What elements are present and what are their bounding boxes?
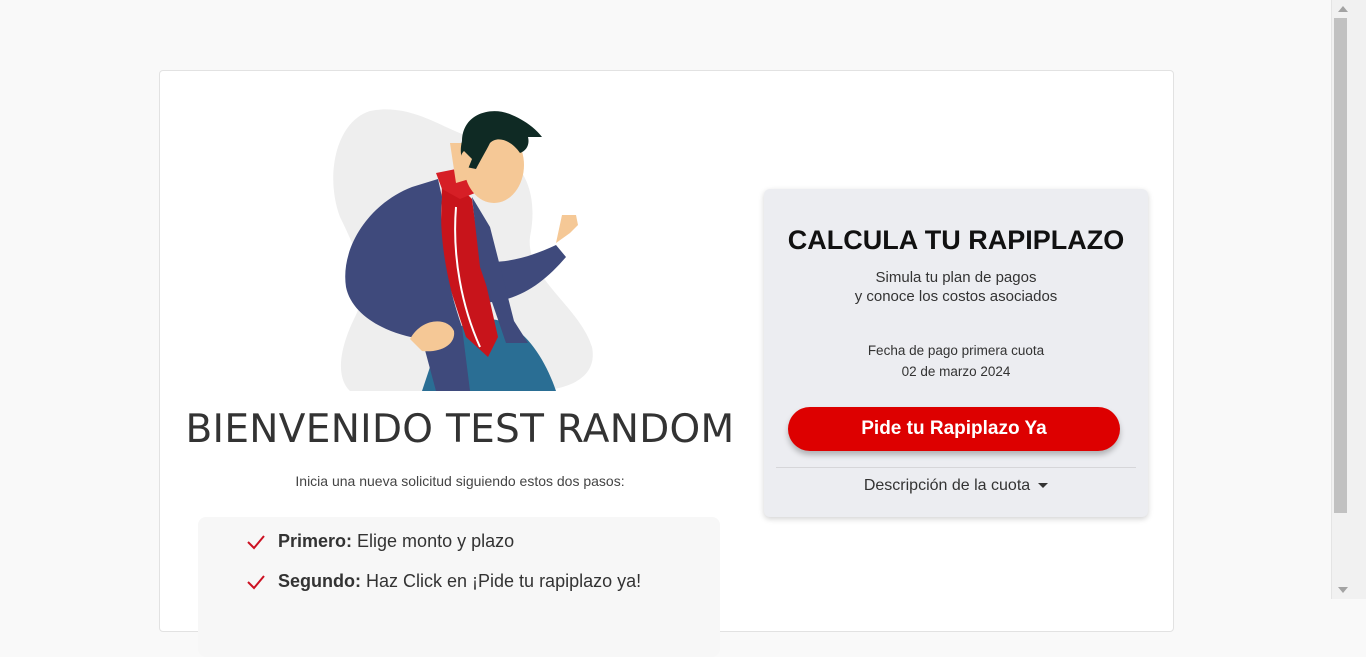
check-icon: [247, 534, 265, 549]
payment-date-label: Fecha de pago primera cuota: [867, 343, 1045, 358]
step-second-text: Haz Click en ¡Pide tu rapiplazo ya!: [366, 571, 642, 591]
step-second: Segundo: Haz Click en ¡Pide tu rapiplazo…: [246, 571, 641, 592]
step-first: Primero: Elige monto y plazo: [246, 531, 514, 552]
installment-description-label: Descripción de la cuota: [863, 477, 1031, 494]
caret-down-icon: [1038, 483, 1049, 489]
step-first-label: Primero:: [278, 531, 353, 551]
calculator-title: CALCULA TU RAPIPLAZO: [787, 225, 1125, 255]
main-card: BIENVENIDO TEST RANDOM Inicia una nueva …: [159, 70, 1174, 657]
calculator-line-1: Simula tu plan de pagos: [875, 269, 1037, 286]
request-rapiplazo-button[interactable]: Pide tu Rapiplazo Ya: [788, 407, 1120, 451]
scroll-down-arrow-icon[interactable]: [1338, 587, 1348, 593]
hero-illustration: [333, 109, 593, 391]
check-icon: [247, 574, 265, 589]
divider: [776, 467, 1136, 468]
calculator-line-2: y conoce los costos asociados: [854, 288, 1058, 305]
installment-description-toggle[interactable]: Descripción de la cuota: [764, 477, 1148, 495]
welcome-title: BIENVENIDO TEST RANDOM: [185, 407, 735, 452]
payment-date-value: 02 de marzo 2024: [901, 364, 1011, 379]
steps-panel: Primero: Elige monto y plazo Segundo: Ha…: [198, 517, 720, 657]
scroll-up-arrow-icon[interactable]: [1338, 6, 1348, 12]
welcome-subtitle: Inicia una nueva solicitud siguiendo est…: [295, 473, 625, 489]
calculator-card: CALCULA TU RAPIPLAZO Simula tu plan de p…: [764, 189, 1148, 517]
scroll-thumb[interactable]: [1334, 18, 1347, 513]
step-second-label: Segundo:: [278, 571, 361, 591]
step-first-text: Elige monto y plazo: [357, 531, 515, 551]
vertical-scrollbar[interactable]: [1331, 0, 1366, 599]
